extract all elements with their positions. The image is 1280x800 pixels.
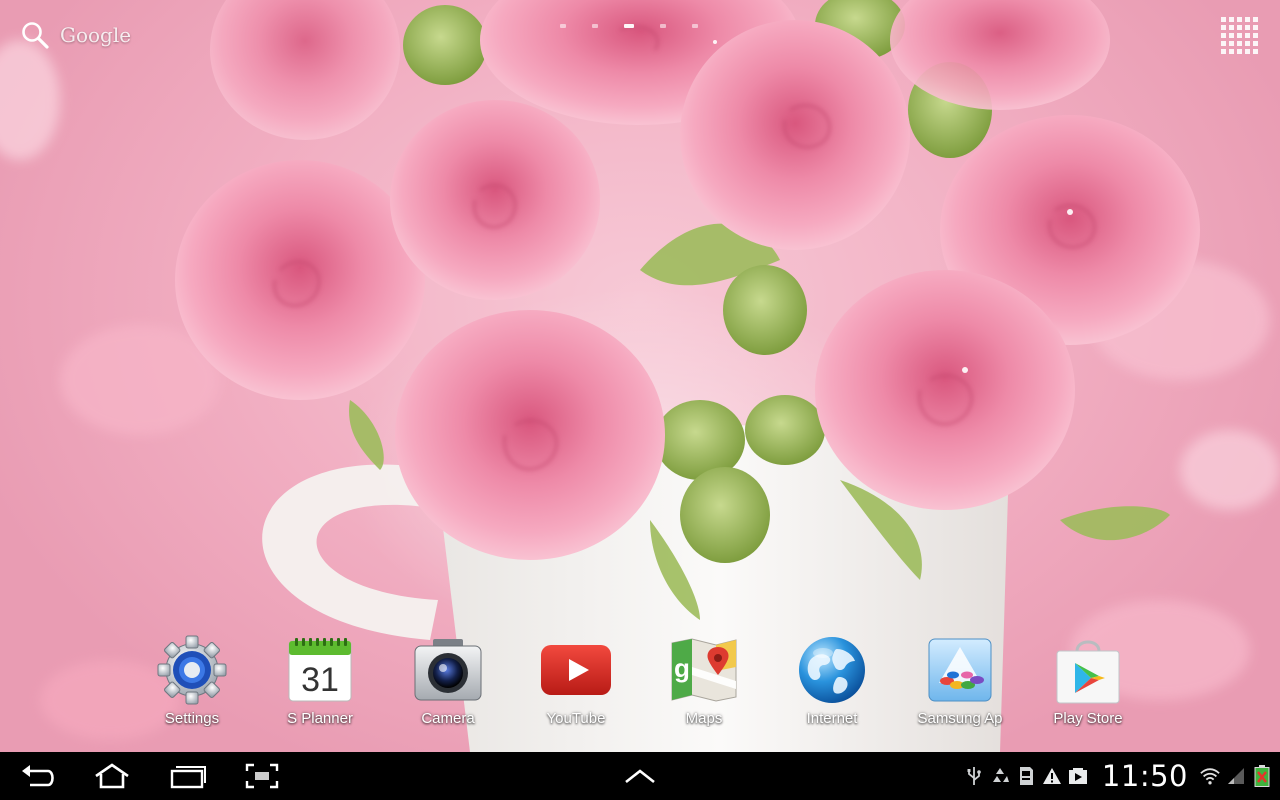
all-apps-button[interactable]: [1218, 14, 1262, 58]
media-icon: [1068, 766, 1088, 786]
camera-icon: [414, 639, 482, 701]
app-label: Maps: [685, 710, 723, 727]
google-label: Google: [60, 23, 132, 47]
page-dot: [692, 24, 698, 28]
back-icon: [22, 765, 54, 787]
recycle-icon: [990, 766, 1010, 786]
svg-text:g: g: [674, 653, 690, 683]
back-button[interactable]: [14, 760, 62, 792]
app-label: Settings: [164, 710, 220, 727]
app-label: Camera: [421, 710, 475, 727]
google-search-bar[interactable]: Google: [14, 18, 137, 52]
recent-apps-icon: [170, 766, 206, 789]
wifi-icon: [1200, 766, 1220, 786]
apps-grid-icon: [1221, 17, 1258, 54]
play-store-icon: [1056, 640, 1120, 704]
screenshot-button[interactable]: [238, 760, 286, 792]
youtube-icon: [541, 645, 611, 695]
page-dot-active: [624, 24, 634, 28]
calendar-day: 31: [301, 661, 339, 699]
warning-icon: [1042, 766, 1062, 786]
home-icon: [95, 763, 129, 789]
page-dot: [592, 24, 598, 28]
app-settings[interactable]: Settings: [137, 634, 247, 740]
app-internet[interactable]: Internet: [777, 634, 887, 740]
samsung-apps-icon: [928, 638, 992, 702]
app-label: S Planner: [287, 710, 353, 727]
search-icon: [22, 22, 49, 49]
page-dot: [660, 24, 666, 28]
sd-card-icon: [1016, 766, 1036, 786]
app-samsung-apps[interactable]: Samsung Ap: [905, 634, 1015, 740]
battery-icon: [1252, 765, 1272, 787]
app-label: Play Store: [1053, 710, 1123, 727]
page-dot: [560, 24, 566, 28]
signal-icon: [1226, 766, 1246, 786]
globe-icon: [799, 637, 865, 703]
home-button[interactable]: [88, 760, 136, 792]
settings-gear-icon: [157, 635, 227, 705]
home-screen: Google Settings 31 S Planner Camera YouT…: [0, 0, 1280, 800]
app-play-store[interactable]: Play Store: [1033, 634, 1143, 740]
status-area[interactable]: 11:50: [964, 752, 1272, 800]
expand-tray-button[interactable]: [616, 760, 664, 792]
screenshot-icon: [245, 763, 279, 789]
usb-icon: [964, 766, 984, 786]
app-maps[interactable]: g Maps: [649, 634, 759, 740]
clock: 11:50: [1101, 759, 1188, 793]
app-s-planner[interactable]: 31 S Planner: [265, 634, 375, 740]
recent-apps-button[interactable]: [164, 760, 212, 792]
app-label: YouTube: [546, 710, 606, 727]
maps-icon: g: [671, 638, 737, 702]
app-label: Samsung Ap: [917, 710, 1003, 727]
app-youtube[interactable]: YouTube: [521, 634, 631, 740]
calendar-icon: 31: [288, 638, 352, 702]
app-dock: Settings 31 S Planner Camera YouTube g M…: [0, 634, 1280, 744]
system-navigation-bar: 11:50: [0, 752, 1280, 800]
page-indicator: [560, 24, 698, 28]
chevron-up-icon: [625, 769, 655, 784]
app-label: Internet: [806, 710, 858, 727]
app-camera[interactable]: Camera: [393, 634, 503, 740]
